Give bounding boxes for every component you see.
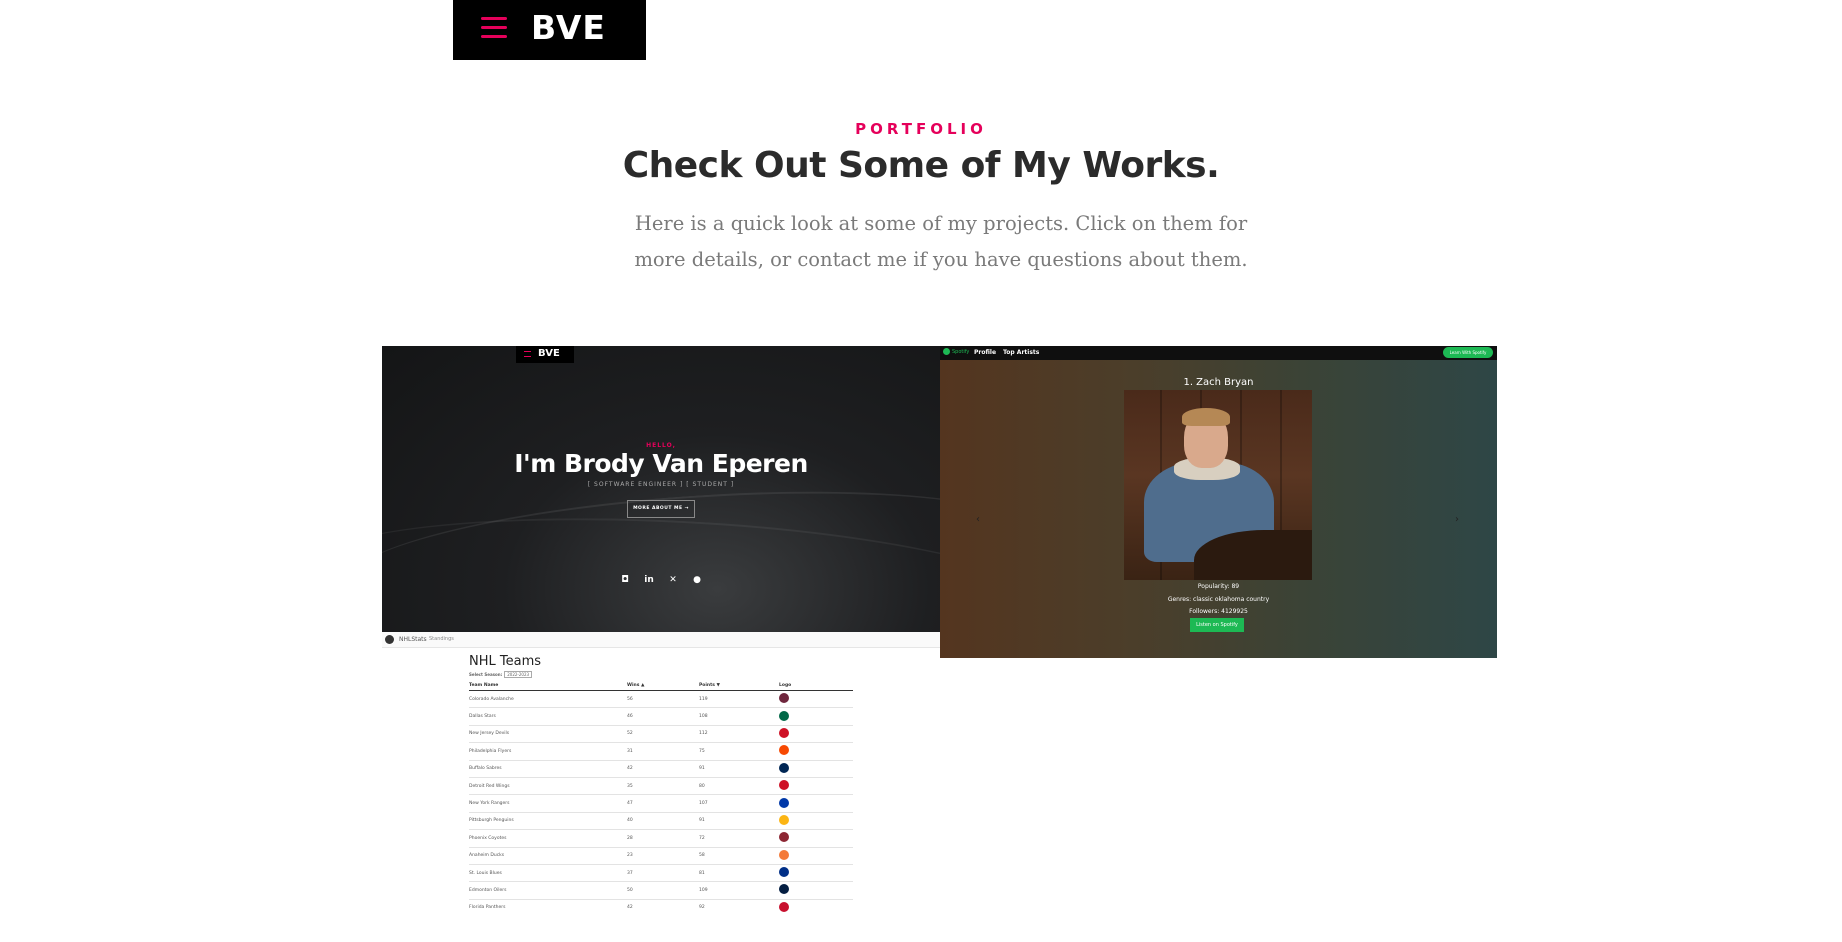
table-row: Buffalo Sabres 42 91: [469, 761, 853, 778]
table-row: Detroit Red Wings 35 80: [469, 778, 853, 796]
nhl-heading: NHL Teams: [469, 654, 542, 669]
table-row: Phoenix Coyotes 28 72: [469, 830, 853, 848]
hero-roles: [ SOFTWARE ENGINEER ] [ STUDENT ]: [587, 481, 735, 488]
chevron-left-icon: ‹: [976, 514, 980, 525]
table-row: Edmonton Oilers 50 109: [469, 882, 853, 900]
team-logo-icon: [779, 867, 789, 878]
twitter-icon: ✕: [669, 575, 677, 585]
linkedin-icon: in: [644, 575, 654, 585]
table-row: Pittsburgh Penguins 40 91: [469, 813, 853, 831]
hello-label: HELLO,: [646, 442, 676, 449]
hero-name: I'm Brody Van Eperen: [514, 449, 808, 478]
table-row: New York Rangers 47 107: [469, 795, 853, 813]
spotify-logo: Spotify: [943, 348, 969, 355]
team-logo-icon: [779, 727, 789, 738]
team-logo-icon: [779, 710, 789, 721]
more-about-me-button: MORE ABOUT ME →: [627, 500, 695, 518]
nav-top-artists: Top Artists: [1003, 349, 1040, 356]
table-row: Colorado Avalanche 56 119: [469, 691, 853, 709]
mini-brand: BVE: [516, 346, 574, 363]
team-logo-icon: [779, 797, 789, 808]
team-logo-icon: [779, 832, 789, 843]
menu-icon[interactable]: [481, 17, 507, 38]
listen-on-spotify-button: Listen on Spotify: [1190, 618, 1244, 632]
spotify-navbar: Spotify Profile Top Artists Learn With S…: [940, 346, 1497, 360]
table-row: Dallas Stars 46 108: [469, 708, 853, 726]
project-tile-personal-site[interactable]: BVE HELLO, I'm Brody Van Eperen [ SOFTWA…: [382, 346, 940, 632]
artist-title: 1. Zach Bryan: [1183, 377, 1254, 388]
nhl-navbar: NHLStats Standings: [382, 632, 940, 648]
team-logo-icon: [779, 780, 789, 791]
artist-followers: Followers: 4129925: [1189, 608, 1248, 615]
social-links: ◘ in ✕ ●: [382, 575, 940, 585]
team-logo-icon: [779, 762, 789, 773]
chevron-right-icon: ›: [1455, 514, 1459, 525]
team-logo-icon: [779, 693, 789, 704]
team-logo-icon: [779, 814, 789, 825]
season-select: Select Season: 2022-2023: [469, 671, 533, 678]
section-eyebrow: PORTFOLIO: [855, 120, 987, 138]
spotify-top-button: Learn With Spotify: [1443, 347, 1493, 358]
project-tile-spotify-app[interactable]: Spotify Profile Top Artists Learn With S…: [940, 346, 1497, 658]
github-icon: ●: [693, 575, 701, 585]
section-intro: Here is a quick look at some of my proje…: [634, 212, 1248, 271]
table-row: Anaheim Ducks 23 58: [469, 848, 853, 865]
nav-profile: Profile: [974, 349, 997, 356]
section-title: Check Out Some of My Works.: [622, 145, 1220, 186]
site-brand: BVE: [453, 0, 646, 60]
table-row: New Jersey Devils 52 112: [469, 726, 853, 744]
menu-icon: [524, 351, 531, 357]
team-logo-icon: [779, 901, 789, 912]
artist-popularity: Popularity: 89: [1197, 583, 1240, 590]
artist-genres: Genres: classic oklahoma country: [1167, 596, 1270, 603]
table-row: St. Louis Blues 37 81: [469, 865, 853, 883]
team-logo-icon: [779, 849, 789, 860]
nav-standings: Standings: [429, 636, 454, 642]
team-logo-icon: [779, 745, 789, 756]
project-tile-nhl-stats[interactable]: NHLStats Standings NHL Teams Select Seas…: [382, 632, 940, 912]
table-row: Florida Panthers 42 92: [469, 900, 853, 912]
table-row: Philadelphia Flyers 31 75: [469, 743, 853, 761]
teams-table: Team Name Wins ▲ Points ▼ Logo Colorado …: [469, 680, 853, 912]
brand-logo[interactable]: BVE: [531, 8, 606, 47]
instagram-icon: ◘: [621, 575, 629, 585]
table-header: Team Name Wins ▲ Points ▼ Logo: [469, 680, 853, 691]
artist-photo: [1124, 390, 1312, 580]
team-logo-icon: [779, 884, 789, 895]
nhl-logo-icon: [385, 635, 394, 644]
